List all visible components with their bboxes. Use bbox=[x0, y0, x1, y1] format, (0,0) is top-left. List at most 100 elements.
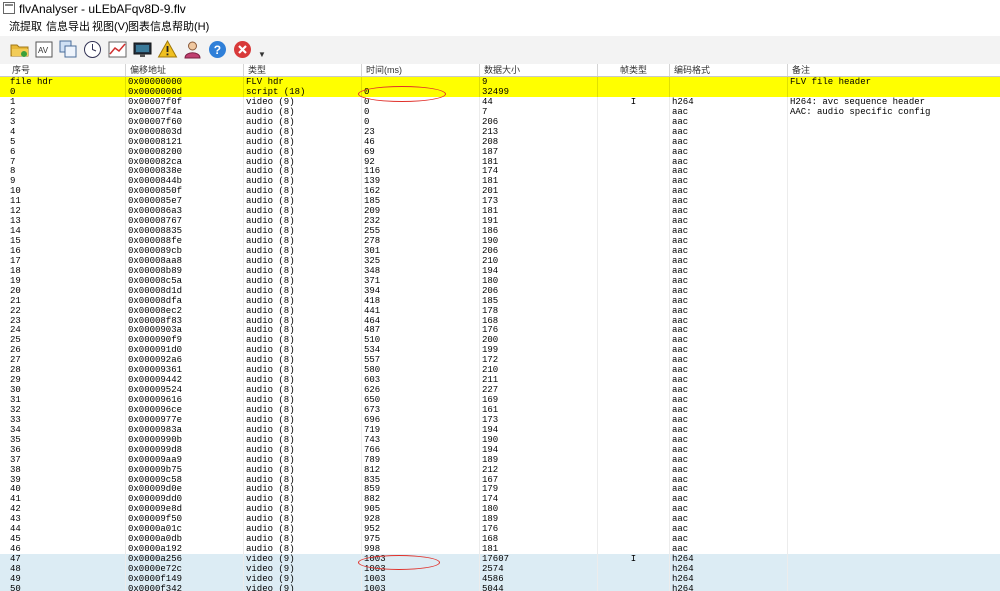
table-cell: 206 bbox=[480, 245, 598, 256]
table-row[interactable]: 46 0x0000a192 audio (8) 998 181 aac bbox=[0, 544, 1000, 555]
menu-info-export[interactable]: 信息导出 bbox=[46, 20, 90, 34]
column-header-codec[interactable]: 编码格式 bbox=[670, 64, 788, 76]
copy-windows-icon[interactable] bbox=[58, 39, 79, 60]
table-cell: audio (8) bbox=[244, 275, 362, 286]
table-row[interactable]: 25 0x000090f9 audio (8) 510 200 aac bbox=[0, 335, 1000, 346]
table-row[interactable]: 32 0x000096ce audio (8) 673 161 aac bbox=[0, 404, 1000, 415]
table-row[interactable]: 15 0x000088fe audio (8) 278 190 aac bbox=[0, 236, 1000, 246]
table-row[interactable]: 47 0x0000a256 video (9) 1003 17607 Ih264 bbox=[0, 554, 1000, 564]
close-icon[interactable] bbox=[232, 39, 253, 60]
table-row[interactable]: 28 0x00009361 audio (8) 580 210 aac bbox=[0, 365, 1000, 376]
monitor-icon[interactable] bbox=[132, 39, 153, 60]
column-header-type[interactable]: 类型 bbox=[244, 64, 362, 76]
table-row[interactable]: 36 0x000099d8 audio (8) 766 194 aac bbox=[0, 444, 1000, 455]
column-header-frame-type[interactable]: 帧类型 bbox=[598, 64, 670, 76]
table-row[interactable]: 31 0x00009616 audio (8) 650 169 aac bbox=[0, 395, 1000, 405]
table-row[interactable]: 45 0x0000a0db audio (8) 975 168 aac bbox=[0, 534, 1000, 545]
table-row[interactable]: 21 0x00008dfa audio (8) 418 185 aac bbox=[0, 295, 1000, 306]
table-row[interactable]: 22 0x00008ec2 audio (8) 441 178 aac bbox=[0, 305, 1000, 316]
table-row[interactable]: 2 0x00007f4a audio (8) 0 7 aac AAC: audio spec… bbox=[0, 106, 1000, 117]
table-row[interactable]: 26 0x000091d0 audio (8) 534 199 aac bbox=[0, 345, 1000, 356]
table-row[interactable]: 17 0x00008aa8 audio (8) 325 210 aac bbox=[0, 255, 1000, 266]
table-row[interactable]: 49 0x0000f149 video (9) 1003 4586 h264 bbox=[0, 573, 1000, 584]
table-row[interactable]: 9 0x0000844b audio (8) 139 181 aac bbox=[0, 176, 1000, 187]
table-row[interactable]: 7 0x000082ca audio (8) 92 181 aac bbox=[0, 156, 1000, 167]
table-row[interactable]: 35 0x0000990b audio (8) 743 190 aac bbox=[0, 434, 1000, 445]
table-row[interactable]: 44 0x0000a01c audio (8) 952 176 aac bbox=[0, 524, 1000, 535]
table-row[interactable]: 50 0x0000f342 video (9) 1003 5044 h264 bbox=[0, 583, 1000, 591]
table-row[interactable]: 42 0x00009e8d audio (8) 905 180 aac bbox=[0, 504, 1000, 515]
column-header-size[interactable]: 数据大小 bbox=[480, 64, 598, 76]
table-row[interactable]: 30 0x00009524 audio (8) 626 227 aac bbox=[0, 385, 1000, 396]
menu-chart-info[interactable]: 图表信息 bbox=[128, 20, 172, 34]
chevron-down-icon[interactable]: ▼ bbox=[258, 50, 266, 59]
table-cell: audio (8) bbox=[244, 434, 362, 445]
table-cell: audio (8) bbox=[244, 106, 362, 117]
table-row[interactable]: 6 0x00008200 audio (8) 69 187 aac bbox=[0, 146, 1000, 157]
table-cell: audio (8) bbox=[244, 186, 362, 197]
table-row[interactable]: 18 0x00008b89 audio (8) 348 194 aac bbox=[0, 265, 1000, 276]
table-cell: aac bbox=[670, 335, 788, 346]
table-row[interactable]: 40 0x00009d0e audio (8) 859 179 aac bbox=[0, 484, 1000, 495]
column-header-time[interactable]: 时间(ms) bbox=[362, 64, 480, 76]
table-row[interactable]: 37 0x00009aa9 audio (8) 789 189 aac bbox=[0, 454, 1000, 465]
table-cell: 0 bbox=[362, 106, 480, 117]
table-row[interactable]: 48 0x0000e72c video (9) 1003 2574 h264 bbox=[0, 563, 1000, 574]
table-row[interactable]: 43 0x00009f50 audio (8) 928 189 aac bbox=[0, 514, 1000, 525]
table-row[interactable]: 20 0x00008d1d audio (8) 394 206 aac bbox=[0, 285, 1000, 296]
line-chart-icon[interactable] bbox=[107, 39, 128, 60]
warning-icon[interactable] bbox=[157, 39, 178, 60]
table-row[interactable]: 3 0x00007f60 audio (8) 0 206 aac bbox=[0, 116, 1000, 127]
table-cell: 34 bbox=[8, 424, 126, 435]
table-row[interactable]: 16 0x000089cb audio (8) 301 206 aac bbox=[0, 245, 1000, 256]
table-row[interactable]: 11 0x000085e7 audio (8) 185 173 aac bbox=[0, 196, 1000, 207]
table-row[interactable]: 41 0x00009dd0 audio (8) 882 174 aac bbox=[0, 494, 1000, 505]
table-row[interactable]: 29 0x00009442 audio (8) 603 211 aac bbox=[0, 375, 1000, 386]
menu-stream-extract[interactable]: 流提取 bbox=[9, 20, 42, 34]
table-row[interactable]: 27 0x000092a6 audio (8) 557 172 aac bbox=[0, 355, 1000, 366]
table-cell: H264: avc sequence header bbox=[790, 96, 926, 107]
table-row[interactable]: 24 0x0000903a audio (8) 487 176 aac bbox=[0, 325, 1000, 336]
table-row[interactable]: 10 0x0000850f audio (8) 162 201 aac bbox=[0, 186, 1000, 197]
table-cell: aac bbox=[670, 355, 788, 366]
table-row[interactable]: 4 0x0000803d audio (8) 23 213 aac bbox=[0, 126, 1000, 137]
table-cell: aac bbox=[670, 126, 788, 137]
table-row[interactable]: file hdr 0x00000000 FLV hdr 9 FLV file heade… bbox=[0, 77, 1000, 87]
column-header-offset[interactable]: 偏移地址 bbox=[126, 64, 244, 76]
table-row[interactable]: 0 0x0000000d script (18) 0 32499 bbox=[0, 86, 1000, 97]
clock-icon[interactable] bbox=[82, 39, 103, 60]
table-row[interactable]: 5 0x00008121 audio (8) 46 208 aac bbox=[0, 136, 1000, 147]
table-row[interactable]: 23 0x00008f83 audio (8) 464 168 aac bbox=[0, 315, 1000, 326]
user-icon[interactable] bbox=[182, 39, 203, 60]
table-cell: 696 bbox=[362, 414, 480, 425]
table-cell bbox=[788, 455, 1000, 465]
table-cell: 0x0000e72c bbox=[126, 563, 244, 574]
table-cell: aac bbox=[670, 265, 788, 276]
table-cell: 227 bbox=[480, 385, 598, 396]
menu-help[interactable]: 帮助(H) bbox=[172, 20, 209, 34]
table-row[interactable]: 14 0x00008835 audio (8) 255 186 aac bbox=[0, 226, 1000, 237]
table-row[interactable]: 34 0x0000983a audio (8) 719 194 aac bbox=[0, 424, 1000, 435]
table-row[interactable]: 19 0x00008c5a audio (8) 371 180 aac bbox=[0, 275, 1000, 286]
table-row[interactable]: 39 0x00009c58 audio (8) 835 167 aac bbox=[0, 474, 1000, 485]
table-row[interactable]: 12 0x000086a3 audio (8) 209 181 aac bbox=[0, 206, 1000, 217]
help-icon[interactable]: ? bbox=[207, 39, 228, 60]
column-header-index[interactable]: 序号 bbox=[8, 64, 126, 76]
table-row[interactable]: 38 0x00009b75 audio (8) 812 212 aac bbox=[0, 464, 1000, 475]
table-cell: 0x0000903a bbox=[126, 325, 244, 336]
table-cell: 0 bbox=[8, 86, 126, 97]
table-cell bbox=[788, 286, 1000, 296]
table-row[interactable]: 8 0x0000838e audio (8) 116 174 aac bbox=[0, 166, 1000, 177]
table-cell: audio (8) bbox=[244, 454, 362, 465]
table-row[interactable]: 1 0x00007f0f video (9) 0 44 Ih264 H264: avc se… bbox=[0, 96, 1000, 107]
frame-table[interactable]: 序号 偏移地址 类型 时间(ms) 数据大小 帧类型 编码格式 备注 file … bbox=[0, 64, 1000, 591]
menu-view[interactable]: 视图(V) bbox=[92, 20, 129, 34]
table-cell: 0x000088fe bbox=[126, 236, 244, 246]
table-row[interactable]: 13 0x00008767 audio (8) 232 191 aac bbox=[0, 216, 1000, 227]
table-cell: aac bbox=[670, 474, 788, 485]
table-row[interactable]: 33 0x0000977e audio (8) 696 173 aac bbox=[0, 414, 1000, 425]
av-icon[interactable]: AV bbox=[34, 39, 55, 60]
open-folder-icon[interactable] bbox=[9, 39, 30, 60]
table-cell bbox=[598, 375, 670, 386]
column-header-note[interactable]: 备注 bbox=[788, 64, 1000, 76]
